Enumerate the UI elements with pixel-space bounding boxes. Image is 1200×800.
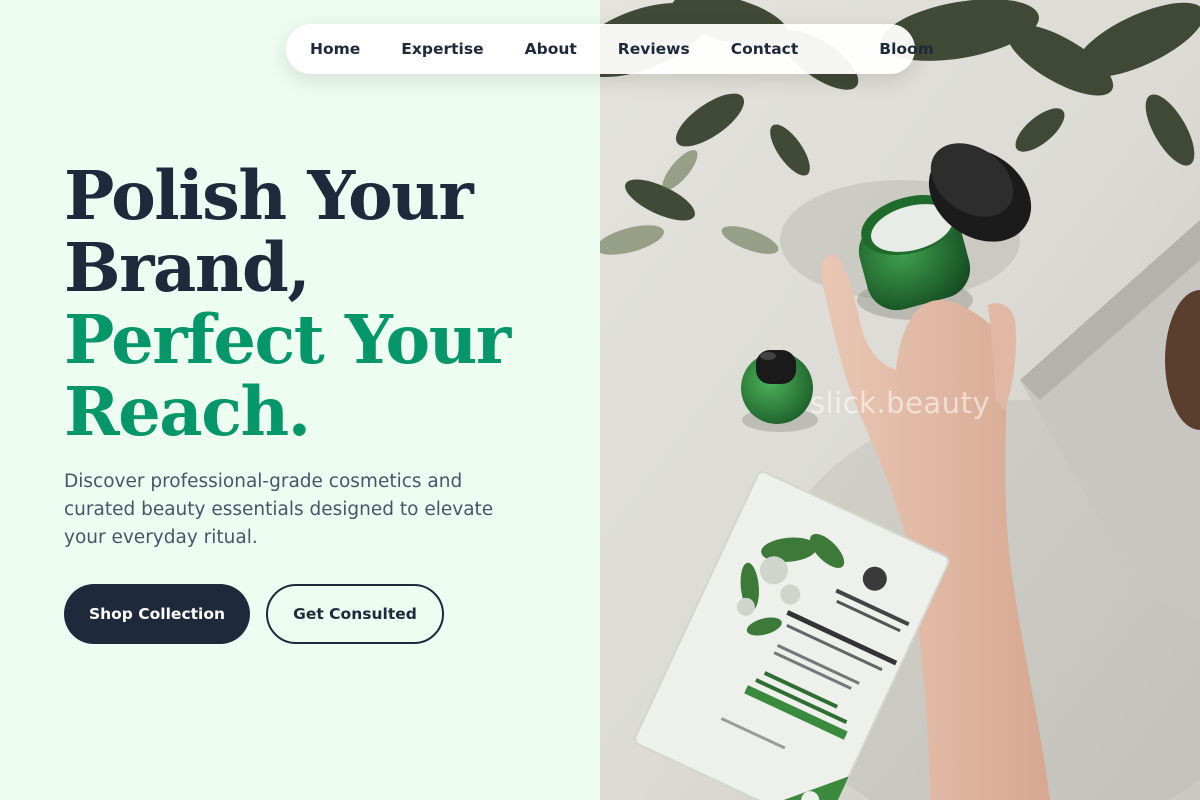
headline-line-2: Brand, — [64, 228, 311, 307]
get-consulted-button[interactable]: Get Consulted — [266, 584, 444, 644]
nav-item-expertise[interactable]: Expertise — [401, 40, 483, 58]
nav-item-home[interactable]: Home — [310, 40, 360, 58]
hero-subtext: Discover professional-grade cosmetics an… — [64, 471, 494, 548]
brand-logo[interactable]: Bloom — [879, 40, 934, 58]
photo-watermark: slick.beauty — [810, 386, 991, 420]
headline-line-1: Polish Your — [64, 156, 474, 235]
headline-line-3: Perfect Your — [64, 300, 511, 379]
nav-item-about[interactable]: About — [525, 40, 577, 58]
headline-line-4: Reach. — [64, 372, 311, 451]
shop-collection-button[interactable]: Shop Collection — [64, 584, 250, 644]
hero-headline: Polish Your Brand, Perfect Your Reach. — [64, 156, 511, 451]
top-nav: Home Expertise About Reviews Contact Blo… — [286, 24, 934, 74]
nav-item-reviews[interactable]: Reviews — [618, 40, 690, 58]
nav-item-contact[interactable]: Contact — [731, 40, 799, 58]
